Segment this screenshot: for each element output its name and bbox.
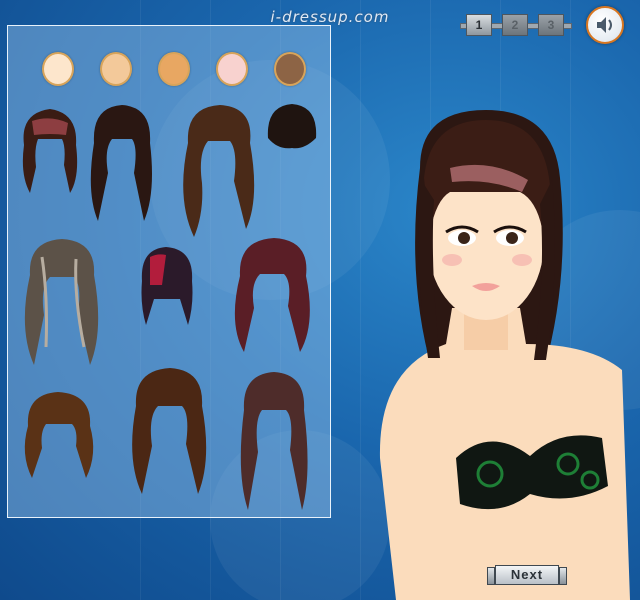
next-button-left-cap <box>487 567 495 585</box>
hair-option-7[interactable] <box>226 236 320 356</box>
skin-tone-swatch-3[interactable] <box>158 52 190 86</box>
hair-option-6[interactable] <box>136 245 198 329</box>
hair-option-1[interactable] <box>18 105 82 197</box>
hair-option-5[interactable] <box>18 237 106 369</box>
skin-tone-swatch-5[interactable] <box>274 52 306 86</box>
skin-tone-swatch-4[interactable] <box>216 52 248 86</box>
hair-option-3[interactable] <box>176 103 262 239</box>
next-button-label: Next <box>495 565 559 585</box>
next-button-right-cap <box>559 567 567 585</box>
sound-toggle-button[interactable] <box>586 6 624 44</box>
game-stage: i-dressup.com 1 2 3 Next <box>0 0 640 600</box>
skin-tone-swatch-2[interactable] <box>100 52 132 86</box>
next-button[interactable]: Next <box>487 564 567 586</box>
hair-option-2[interactable] <box>84 103 160 223</box>
skin-tone-swatch-1[interactable] <box>42 52 74 86</box>
site-title[interactable]: i-dressup.com <box>240 8 420 26</box>
doll-character <box>379 110 630 600</box>
step-1-button[interactable]: 1 <box>466 14 492 36</box>
speaker-icon <box>597 17 612 33</box>
step-3-button[interactable]: 3 <box>538 14 564 36</box>
step-navigation: 1 2 3 <box>460 14 572 36</box>
hair-option-4[interactable] <box>264 102 320 152</box>
hair-option-8[interactable] <box>18 390 100 482</box>
step-2-button[interactable]: 2 <box>502 14 528 36</box>
hair-option-10[interactable] <box>232 370 316 514</box>
hair-option-9[interactable] <box>124 366 214 498</box>
